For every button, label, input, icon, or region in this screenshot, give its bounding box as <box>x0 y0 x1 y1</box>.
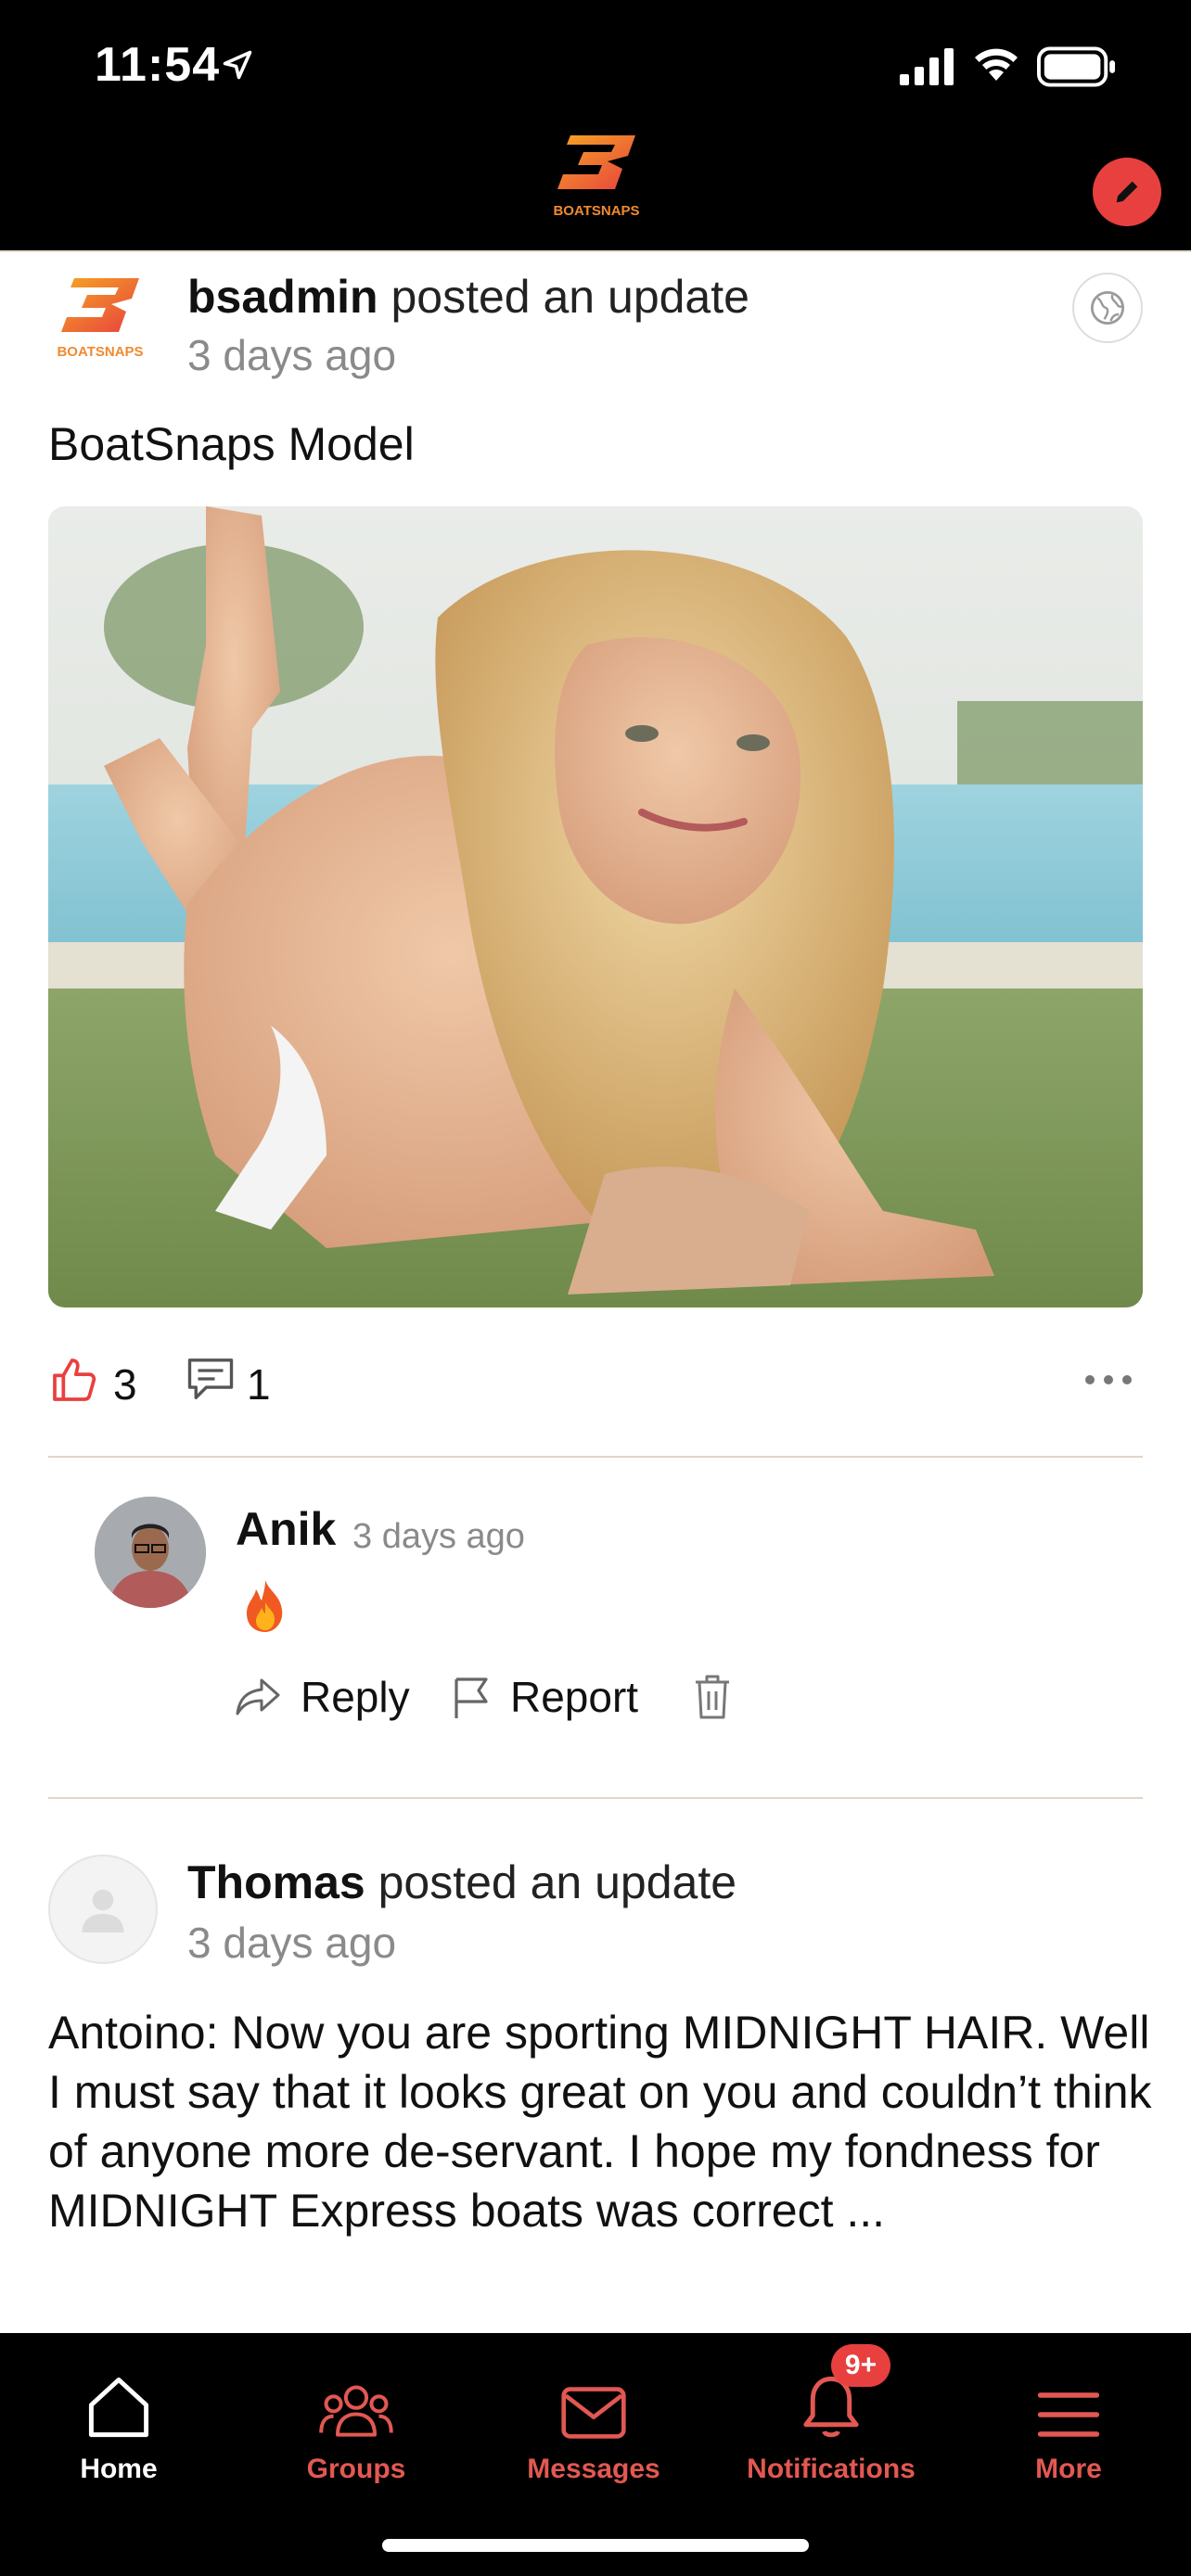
divider <box>48 1456 1143 1458</box>
post2-body-text: Antoino: Now you are sporting MIDNIGHT H… <box>48 2007 1152 2237</box>
post-author-name[interactable]: bsadmin <box>187 271 378 323</box>
reply-button[interactable]: Reply <box>234 1667 410 1727</box>
pencil-icon <box>1116 181 1138 203</box>
tab-groups-label: Groups <box>306 2454 406 2484</box>
notifications-badge: 9+ <box>831 2344 890 2387</box>
wifi-icon <box>975 48 1018 81</box>
globe-icon <box>1090 290 1125 325</box>
home-icon <box>88 2377 149 2438</box>
report-button[interactable]: Report <box>451 1667 638 1727</box>
like-count: 3 <box>113 1360 137 1409</box>
tab-messages[interactable]: Messages <box>475 2361 712 2485</box>
post2-timestamp: 3 days ago <box>187 1919 397 1967</box>
post2-author-name[interactable]: Thomas <box>187 1856 365 1908</box>
envelope-icon <box>561 2387 626 2439</box>
post-author-avatar[interactable]: BOATSNAPS <box>54 274 147 363</box>
privacy-button[interactable] <box>1072 273 1143 343</box>
divider <box>48 1797 1143 1799</box>
post-action-text: posted an update <box>378 271 749 323</box>
boatsnaps-logo: BOATSNAPS <box>553 135 640 219</box>
user-placeholder-icon <box>82 1889 124 1932</box>
status-time: 11:54 <box>95 38 221 92</box>
thumbs-up-icon[interactable] <box>48 1354 100 1406</box>
fire-emoji-icon <box>247 1580 283 1632</box>
person-photo-icon <box>95 1497 206 1608</box>
hamburger-menu-icon <box>1037 2392 1100 2437</box>
comment-icon[interactable] <box>186 1356 236 1402</box>
flag-icon <box>455 1677 488 1718</box>
post2-action-text: posted an update <box>365 1856 737 1908</box>
post-timestamp: 3 days ago <box>187 331 397 379</box>
comment-timestamp: 3 days ago <box>352 1517 525 1556</box>
cellular-signal-icon <box>900 48 954 85</box>
reply-arrow-icon <box>236 1678 280 1715</box>
reply-label: Reply <box>301 1673 410 1721</box>
tab-home-label: Home <box>80 2454 158 2484</box>
tab-more-label: More <box>1035 2454 1102 2484</box>
trash-icon <box>696 1675 729 1719</box>
tab-home[interactable]: Home <box>0 2361 237 2485</box>
commenter-name[interactable]: Anik <box>236 1502 336 1556</box>
post2-author-avatar[interactable] <box>48 1855 158 1964</box>
groups-icon <box>319 2385 393 2437</box>
tab-more[interactable]: More <box>950 2361 1187 2485</box>
compose-button[interactable] <box>1093 158 1161 226</box>
tab-notifications[interactable]: Notifications <box>712 2361 950 2485</box>
post-header: bsadmin posted an update <box>187 267 749 326</box>
logo-text: BOATSNAPS <box>553 203 639 219</box>
battery-icon <box>1037 46 1116 87</box>
tab-notifications-label: Notifications <box>747 2454 916 2484</box>
post2-header: Thomas posted an update <box>187 1853 736 1912</box>
tab-groups[interactable]: Groups <box>237 2361 475 2485</box>
delete-button[interactable] <box>692 1667 751 1727</box>
post-photo[interactable] <box>48 506 1143 1307</box>
commenter-avatar[interactable] <box>95 1497 206 1608</box>
report-label: Report <box>510 1673 639 1721</box>
comment-count: 1 <box>247 1360 271 1409</box>
home-indicator[interactable] <box>382 2539 809 2552</box>
post-body-text: BoatSnaps Model <box>48 418 415 470</box>
post-photo-illustration <box>48 506 1143 1307</box>
top-bar: 11:54 BOATSNAPS <box>0 0 1191 252</box>
location-arrow-icon <box>223 50 252 80</box>
post-actions-bar: 3 1 <box>48 1354 1143 1447</box>
avatar-logo-text: BOATSNAPS <box>57 344 143 360</box>
more-options-icon[interactable] <box>1083 1371 1133 1389</box>
tab-messages-label: Messages <box>527 2454 660 2484</box>
